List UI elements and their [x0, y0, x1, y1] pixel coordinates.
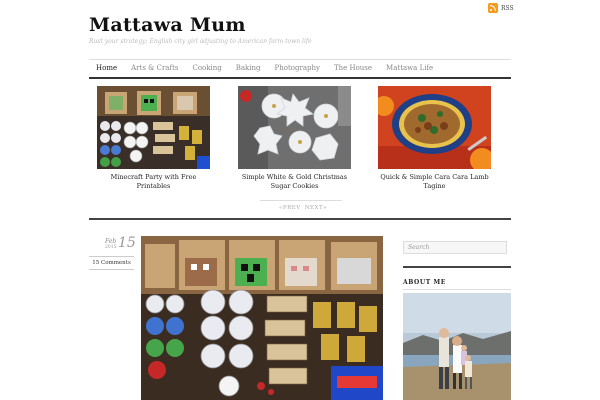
minecraft-party-photo[interactable] [97, 86, 210, 169]
about-me-rule [403, 289, 511, 290]
pager-prev-button[interactable]: «PREV [279, 205, 301, 211]
featured-title-3[interactable]: Quick & Simple Cara Cara Lamb Tagine [378, 173, 491, 191]
slider-rule [260, 200, 342, 201]
post-date-month: Feb [105, 238, 117, 245]
site-tagline: Rust your strategy; English city girl ad… [89, 38, 312, 45]
search-input[interactable]: Search [403, 241, 507, 254]
about-me-photo[interactable] [403, 293, 511, 400]
sugar-cookies-photo[interactable] [238, 86, 351, 169]
about-me-heading: ABOUT ME [403, 279, 446, 286]
sidebar-rule [403, 266, 511, 268]
nav-bottom-rule [89, 77, 511, 79]
post-date-day: 15 [118, 235, 136, 251]
rss-label: RSS [501, 4, 514, 12]
nav-item-cooking[interactable]: Cooking [185, 60, 228, 77]
nav-item-home[interactable]: Home [89, 60, 124, 77]
pager-next-label: NEXT [304, 205, 324, 211]
featured-post-2[interactable]: Simple White & Gold Christmas Sugar Cook… [238, 86, 351, 191]
nav-item-photography[interactable]: Photography [268, 60, 327, 77]
main-nav: Home Arts & Crafts Cooking Baking Photog… [89, 60, 511, 77]
slider-pager: «PREV NEXT» [279, 205, 327, 211]
nav-item-the-house[interactable]: The House [327, 60, 379, 77]
featured-title-1[interactable]: Minecraft Party with Free Printables [97, 173, 210, 191]
featured-post-3[interactable]: Quick & Simple Cara Cara Lamb Tagine [378, 86, 491, 191]
nav-item-mattawa-life[interactable]: Mattawa Life [379, 60, 440, 77]
nav-item-arts-crafts[interactable]: Arts & Crafts [124, 60, 185, 77]
lamb-tagine-photo[interactable] [378, 86, 491, 169]
rss-link[interactable]: RSS [488, 3, 514, 13]
comments-link[interactable]: 15 Comments [89, 256, 134, 270]
pager-next-button[interactable]: NEXT» [305, 205, 327, 211]
pager-prev-label: PREV [282, 205, 301, 211]
rss-icon [488, 3, 498, 13]
post-date-year: 2015 [105, 245, 117, 250]
featured-title-2[interactable]: Simple White & Gold Christmas Sugar Cook… [238, 173, 351, 191]
site-title[interactable]: Mattawa Mum [89, 14, 246, 36]
nav-item-baking[interactable]: Baking [229, 60, 268, 77]
featured-post-1[interactable]: Minecraft Party with Free Printables [97, 86, 210, 191]
content-separator [89, 218, 511, 220]
post-featured-image[interactable] [141, 236, 383, 400]
